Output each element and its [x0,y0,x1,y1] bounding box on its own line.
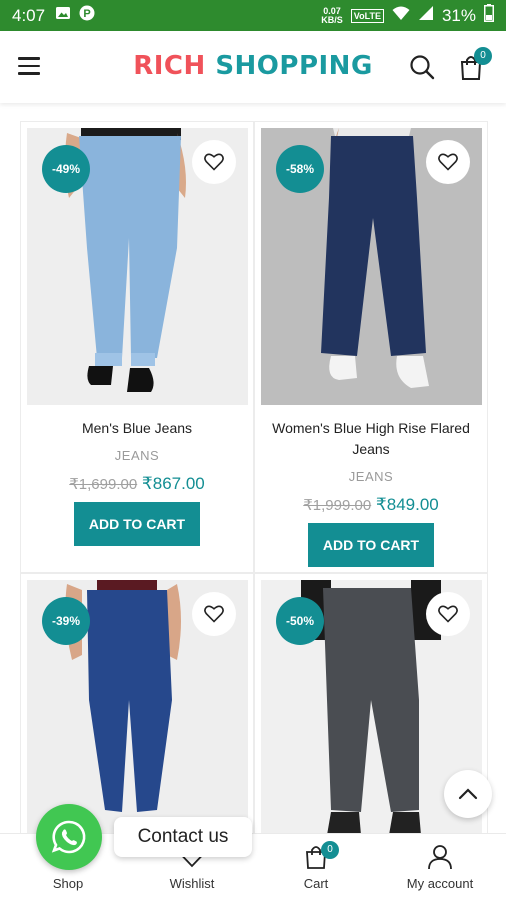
product-card[interactable]: -49% Men's Blue Jeans JEANS ₹1,699.00 ₹8… [20,121,254,573]
product-card[interactable]: -50% [254,573,488,880]
menu-icon-bar [18,72,40,75]
header-cart-button[interactable]: 0 [457,47,492,81]
user-icon [427,844,453,875]
add-to-cart-button[interactable]: ADD TO CART [74,502,200,546]
battery-icon [484,4,494,27]
product-price: ₹1,999.00 ₹849.00 [255,495,487,515]
new-price: ₹849.00 [375,495,439,514]
contact-us-label[interactable]: Contact us [114,817,252,857]
discount-badge: -58% [276,145,324,193]
whatsapp-icon [51,820,86,854]
product-name[interactable]: Men's Blue Jeans [31,418,243,439]
product-category[interactable]: JEANS [21,448,253,463]
wifi-icon [392,5,410,26]
network-speed: 0.07 KB/S [321,6,343,25]
tab-my-account[interactable]: My account [377,834,503,901]
heart-icon [204,153,224,171]
old-price: ₹1,999.00 [303,497,372,514]
status-time: 4:07 [12,5,46,25]
discount-badge: -39% [42,597,90,645]
product-image[interactable]: -58% [261,128,482,405]
logo-text-rich: RICH [133,51,206,81]
paytm-notification-icon: P [79,5,95,26]
discount-badge: -49% [42,145,90,193]
tab-my-account-label: My account [406,876,474,891]
heart-icon [438,153,458,171]
wishlist-button[interactable] [426,592,470,636]
image-notification-icon [55,5,71,26]
menu-icon-bar [18,64,40,67]
whatsapp-chat-button[interactable] [36,804,102,870]
header-cart-count: 0 [474,47,492,65]
tab-cart[interactable]: 0 Cart [253,834,379,901]
chevron-up-icon [458,788,478,800]
wishlist-button[interactable] [192,592,236,636]
heart-icon [438,605,458,623]
app-header: RICH SHOPPING 0 [0,31,506,103]
product-category[interactable]: JEANS [255,469,487,484]
search-button[interactable] [408,53,436,81]
tab-wishlist-label: Wishlist [169,876,215,891]
add-to-cart-button[interactable]: ADD TO CART [308,523,434,567]
svg-text:P: P [83,8,90,20]
discount-badge: -50% [276,597,324,645]
status-bar: 4:07 P 0.07 KB/S VoLTE 31% [0,0,506,31]
tab-shop-label: Shop [52,876,84,891]
signal-icon [418,5,434,26]
product-price: ₹1,699.00 ₹867.00 [21,474,253,494]
product-card[interactable]: -58% Women's Blue High Rise Flared Jeans… [254,121,488,573]
menu-button[interactable] [18,57,40,75]
battery-level: 31% [441,5,476,25]
menu-icon-bar [18,57,40,60]
wishlist-button[interactable] [192,140,236,184]
product-name[interactable]: Women's Blue High Rise Flared Jeans [265,418,477,460]
heart-icon [204,605,224,623]
speed-unit: KB/S [321,14,343,25]
search-icon [410,55,435,80]
old-price: ₹1,699.00 [69,476,138,493]
tab-cart-label: Cart [303,876,329,891]
product-image[interactable]: -49% [27,128,248,405]
scroll-to-top-button[interactable] [444,770,492,818]
new-price: ₹867.00 [141,474,205,493]
bottom-cart-count: 0 [321,841,339,859]
wishlist-button[interactable] [426,140,470,184]
volte-badge: VoLTE [350,8,384,23]
logo-text-shopping: SHOPPING [215,51,373,81]
